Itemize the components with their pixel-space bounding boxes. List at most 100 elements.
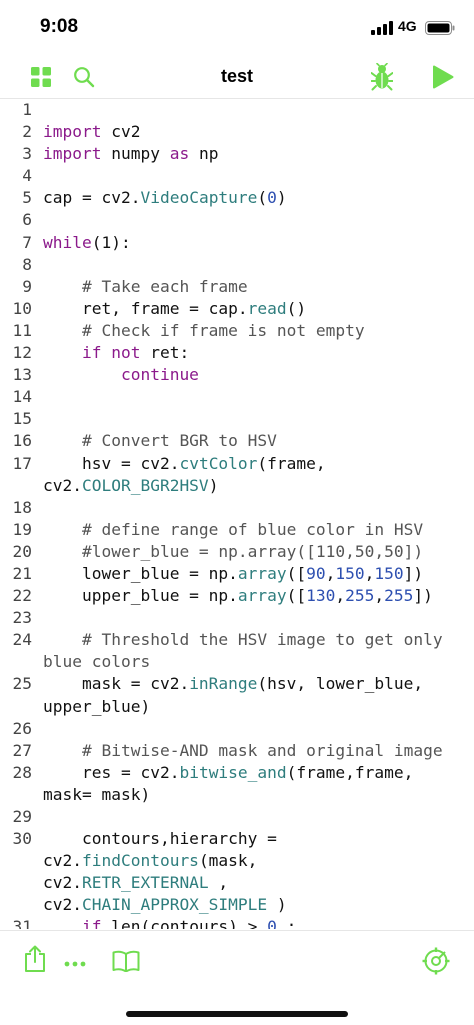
- code-line[interactable]: 19 # define range of blue color in HSV: [0, 519, 474, 541]
- code-token: read: [247, 298, 287, 318]
- code-line[interactable]: 28 res = cv2.bitwise_and(frame,frame,: [0, 762, 474, 784]
- code-token: hsv = cv2.: [43, 453, 180, 473]
- code-line[interactable]: 27 # Bitwise-AND mask and original image: [0, 740, 474, 762]
- line-number: [0, 894, 32, 916]
- code-line[interactable]: 13 continue: [0, 364, 474, 386]
- code-text: # Take each frame: [32, 276, 248, 298]
- code-token: 150: [335, 563, 365, 583]
- code-token: (frame,frame,: [286, 762, 414, 782]
- code-text: hsv = cv2.cvtColor(frame,: [32, 453, 326, 475]
- code-text: cv2.COLOR_BGR2HSV): [32, 475, 218, 497]
- code-line[interactable]: 20 #lower_blue = np.array([110,50,50]): [0, 541, 474, 563]
- code-line[interactable]: 1: [0, 99, 474, 121]
- code-line[interactable]: 17 hsv = cv2.cvtColor(frame,: [0, 453, 474, 475]
- line-number: 30: [12, 829, 33, 849]
- line-number: 3: [22, 144, 32, 164]
- code-token: upper_blue = np.: [43, 586, 238, 606]
- code-line[interactable]: 25 mask = cv2.inRange(hsv, lower_blue,: [0, 673, 474, 695]
- code-text: contours,hierarchy =: [32, 828, 277, 850]
- code-line[interactable]: 22 upper_blue = np.array([130,255,255]): [0, 585, 474, 607]
- code-token: ,: [335, 586, 346, 606]
- code-line[interactable]: 24 # Threshold the HSV image to get only: [0, 629, 474, 651]
- code-text: continue: [32, 364, 199, 386]
- code-line[interactable]: 2 import cv2: [0, 121, 474, 143]
- code-line[interactable]: mask= mask): [0, 784, 474, 806]
- code-text: # define range of blue color in HSV: [32, 519, 423, 541]
- code-line[interactable]: 18: [0, 497, 474, 519]
- code-line[interactable]: 7 while(1):: [0, 232, 474, 254]
- code-line[interactable]: 21 lower_blue = np.array([90,150,150]): [0, 563, 474, 585]
- code-line[interactable]: cv2.CHAIN_APPROX_SIMPLE ): [0, 894, 474, 916]
- code-token: 255: [384, 586, 414, 606]
- line-number: 7: [22, 232, 32, 252]
- code-token: CHAIN_APPROX_SIMPLE: [81, 895, 268, 915]
- line-number: 25: [12, 674, 33, 694]
- code-line[interactable]: 3 import numpy as np: [0, 143, 474, 165]
- code-text: cv2.CHAIN_APPROX_SIMPLE ): [32, 894, 287, 916]
- signal-icon: [371, 21, 393, 35]
- line-number: 28: [12, 762, 33, 782]
- code-line[interactable]: blue colors: [0, 651, 474, 673]
- code-line[interactable]: 12 if not ret:: [0, 342, 474, 364]
- code-token: RETR_EXTERNAL: [81, 873, 209, 893]
- code-line[interactable]: 23: [0, 607, 474, 629]
- share-icon[interactable]: [23, 945, 47, 973]
- line-number: 8: [22, 254, 32, 274]
- code-token: ): [267, 895, 287, 915]
- book-icon[interactable]: [112, 950, 140, 972]
- line-number: 5: [22, 188, 32, 208]
- code-token: continue: [43, 365, 199, 385]
- code-token: 0: [267, 917, 277, 929]
- code-token: ]): [403, 563, 424, 583]
- line-number: 15: [12, 409, 33, 429]
- code-token: res = cv2.: [43, 762, 180, 782]
- code-line[interactable]: cv2.RETR_EXTERNAL ,: [0, 872, 474, 894]
- code-token: (hsv, lower_blue,: [257, 674, 424, 694]
- code-line[interactable]: 29: [0, 806, 474, 828]
- code-text: while(1):: [32, 232, 131, 254]
- code-text: # Bitwise-AND mask and original image: [32, 740, 443, 762]
- code-token: 255: [345, 586, 375, 606]
- code-line[interactable]: 26: [0, 718, 474, 740]
- code-line[interactable]: 5 cap = cv2.VideoCapture(0): [0, 187, 474, 209]
- code-line[interactable]: upper_blue): [0, 696, 474, 718]
- settings-icon[interactable]: [422, 947, 450, 975]
- more-icon[interactable]: [64, 961, 86, 967]
- code-editor[interactable]: 1 2 import cv2 3 import numpy as np 4 5 cap = c…: [0, 99, 474, 929]
- code-text: cv2.RETR_EXTERNAL ,: [32, 872, 228, 894]
- code-line[interactable]: 14: [0, 386, 474, 408]
- code-line[interactable]: 4: [0, 165, 474, 187]
- code-text: mask= mask): [32, 784, 150, 806]
- code-token: cv2: [101, 122, 141, 142]
- code-line[interactable]: 11 # Check if frame is not empty: [0, 320, 474, 342]
- status-time: 9:08: [40, 16, 79, 37]
- code-token: as: [169, 144, 190, 164]
- code-token: cvtColor: [179, 453, 258, 473]
- code-token: # define range of blue color in HSV: [43, 519, 424, 539]
- code-line[interactable]: 6: [0, 209, 474, 231]
- code-line[interactable]: 16 # Convert BGR to HSV: [0, 430, 474, 452]
- code-line[interactable]: 30 contours,hierarchy =: [0, 828, 474, 850]
- code-line[interactable]: cv2.COLOR_BGR2HSV): [0, 475, 474, 497]
- line-number: 21: [12, 563, 33, 583]
- code-line[interactable]: 31 if len(contours) > 0 :: [0, 916, 474, 929]
- play-icon[interactable]: [432, 65, 454, 89]
- home-indicator: [126, 1011, 348, 1017]
- code-line[interactable]: 8: [0, 254, 474, 276]
- code-token: ,: [325, 563, 336, 583]
- code-token: # Convert BGR to HSV: [43, 431, 277, 451]
- line-number: 29: [12, 807, 33, 826]
- bug-icon[interactable]: [371, 63, 393, 91]
- code-text: ret, frame = cap.read(): [32, 298, 306, 320]
- code-line[interactable]: 15: [0, 408, 474, 430]
- code-text: if not ret:: [32, 342, 189, 364]
- code-token: ([: [286, 563, 307, 583]
- code-token: np: [189, 144, 219, 164]
- code-line[interactable]: 10 ret, frame = cap.read(): [0, 298, 474, 320]
- code-line[interactable]: 9 # Take each frame: [0, 276, 474, 298]
- code-token: # Check if frame is not empty: [43, 320, 365, 340]
- code-line[interactable]: cv2.findContours(mask,: [0, 850, 474, 872]
- code-token: ,: [364, 563, 375, 583]
